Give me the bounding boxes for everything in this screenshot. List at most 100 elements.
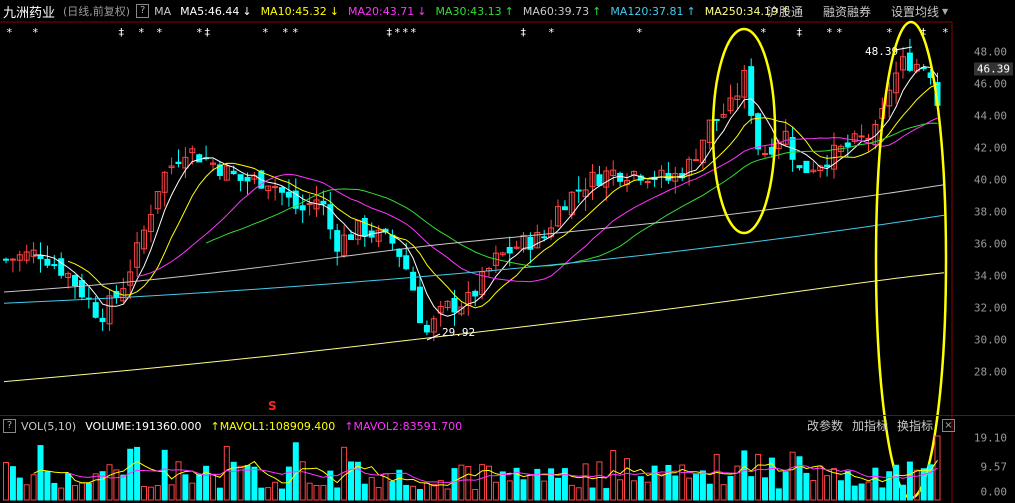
volume-bar [23,484,30,501]
volume-bar [272,481,279,501]
change-params-button[interactable]: 改参数 [807,415,843,435]
help-button[interactable]: ? [136,4,150,18]
volume-bar [147,486,154,501]
candle-body [348,234,354,241]
volume-bar [796,456,803,501]
volume-bar [637,476,644,501]
volume-bar [210,474,216,501]
volume-bar [727,476,734,501]
candle-body [410,271,417,291]
event-marker: * [886,26,893,39]
volume-bar [693,474,699,501]
volume-tick: 9.57 [980,460,1008,474]
volume-bar [141,485,147,501]
volume-bar [216,487,223,501]
volume-bar [299,461,306,501]
candle-body [617,172,624,182]
volume-bar [492,481,499,501]
volume-bar [748,476,755,501]
candle-body [320,200,327,205]
volume-bar [78,482,85,501]
volume-bar [423,482,430,501]
candle-body [396,248,403,257]
volume-bar [375,487,382,501]
candle-body [72,274,78,287]
add-indicator-button[interactable]: 加指标 [852,415,888,435]
volume-bar [527,474,534,501]
volume-bar [506,480,513,501]
volume-bar [851,485,858,501]
event-marker: * [196,26,203,39]
volume-bar [803,472,810,501]
price-tick: 28.00 [973,365,1007,379]
set-ma-menu[interactable]: 设置均线 ▼ [891,0,948,22]
chevron-down-icon: ▼ [942,6,949,16]
volume-tick: 0.00 [980,485,1008,499]
low-price-label: 29.92 [442,326,475,339]
volume-bar [237,465,244,501]
volume-bar [789,451,796,501]
candle-body [175,161,182,165]
candle-body [417,286,423,324]
price-tick: 44.00 [973,109,1007,123]
volume-help-button[interactable]: ? [3,419,16,433]
volume-bar [472,489,479,501]
candle-body [272,186,279,189]
volume-bar [3,461,9,501]
candle-body [693,159,699,162]
volume-bar [741,450,748,501]
event-marker: * [6,26,13,39]
volume-bar [203,465,210,501]
candle-body [279,187,285,193]
volume-bar [320,484,327,501]
volume-bar [389,481,396,501]
event-marker: * [156,26,163,39]
candle-body [423,324,430,333]
candle-body [44,258,51,266]
candle-body [237,174,244,181]
volume-bar [313,484,320,501]
candle-body [92,302,99,318]
candle-body [748,66,755,116]
volume-bar [810,479,817,501]
volume-bar [479,464,486,501]
volume-bar [520,479,527,501]
volume-bar [465,465,472,501]
candle-body [906,52,913,71]
current-price-label: 46.39 [973,62,1013,76]
margin-trading-link[interactable]: 融资融券 [823,0,871,22]
candle-body [713,118,720,121]
ma-value: MA20:43.71 [348,4,415,18]
candle-body [196,154,203,163]
volume-bar [410,485,417,501]
ma-label: MA [154,4,172,18]
adjust-mode: (日线,前复权) [63,5,131,18]
candle-body [334,230,341,252]
candle-body [472,290,479,297]
volume-bar [665,464,672,501]
candle-body [244,176,251,182]
ma-trend-arrow: ↑ [504,4,514,18]
volume-bar [920,468,927,501]
volume-bar [865,481,872,501]
event-marker: * [262,26,269,39]
volume-bar [196,474,203,501]
hk-connect-link[interactable]: 沪股通 [767,0,803,22]
volume-bar [251,466,258,501]
candle-body [844,142,851,147]
event-marker: * [292,26,299,39]
volume-bar [555,477,561,501]
volume-bar [361,483,368,501]
volume-bar [720,484,727,501]
volume-bar [72,485,78,501]
volume-bar [127,448,134,501]
volume-bar [686,477,693,501]
volume-bar [161,449,168,501]
candle-body [541,236,548,239]
volume-bar [430,483,437,501]
mavol1-value: MAVOL1:108909.400 [219,419,336,433]
volume-bar [396,469,403,501]
switch-indicator-button[interactable]: 换指标 [897,415,933,435]
candle-body [762,153,768,156]
volume-bar [651,465,658,501]
